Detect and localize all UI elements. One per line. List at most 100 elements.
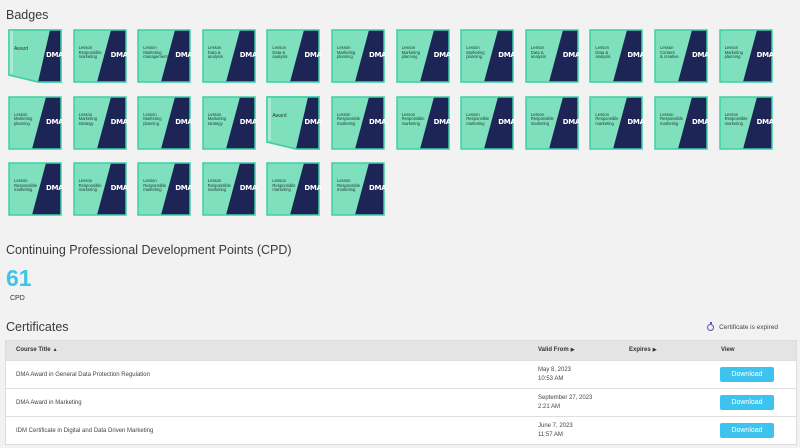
dma-logo: DMA [627,117,645,126]
lesson-badge[interactable]: Lesson Marketing strategy DMA [202,95,258,150]
column-course-title-label: Course Title [16,347,51,353]
lesson-badge[interactable]: Lesson Responsible marketing DMA [395,95,451,150]
column-course-title[interactable]: Course Title ▲ [16,347,58,353]
lesson-badge[interactable]: Lesson Marketing planning DMA [460,29,516,83]
lesson-badge[interactable]: Lesson Marketing planning DMA [395,29,452,83]
badge-label: Lesson Responsible marketing [401,111,425,126]
download-button[interactable]: Download [720,395,774,410]
sort-up-icon: ▲ [52,347,58,353]
lesson-badge[interactable]: Lesson Responsible marketing DMA [8,162,64,216]
certificates-title: Certificates [6,320,69,334]
lesson-badge[interactable]: Lesson Responsible marketing DMA [202,162,257,216]
lesson-badge[interactable]: Lesson Data & analysis DMA [589,29,645,83]
dma-logo: DMA [433,51,452,59]
lesson-badge[interactable]: Lesson Responsible marketing DMA [654,95,710,150]
dma-logo: DMA [304,51,322,59]
badge-label: Lesson Data & analysis [272,45,288,60]
badge-label: Lesson Responsible marketing [143,178,167,193]
award-badge[interactable]: Award DMA [8,29,64,83]
table-row: DMA Award in General Data Protection Reg… [6,360,796,388]
lesson-badge[interactable]: Lesson Marketing planning DMA [718,29,775,83]
lesson-badge[interactable]: Lesson Marketing planning DMA [137,95,193,150]
lesson-badge[interactable]: Lesson Data & analysis DMA [266,29,322,83]
badge-label: Award [272,112,287,119]
table-header: Course Title ▲ Valid From ▶ Expires ▶ View [6,341,796,360]
table-row: DMA Award in Marketing September 27, 202… [6,388,796,416]
sort-right-icon: ▶ [570,347,575,353]
badge-label: Lesson Marketing planning [724,45,743,60]
column-valid-from-label: Valid From [538,347,569,353]
badge-label: Lesson Content & creative [660,45,679,60]
download-button[interactable]: Download [720,423,774,438]
badge-label: Lesson Data & analysis [207,45,223,60]
lesson-badge[interactable]: Lesson Responsible marketing DMA [331,162,387,216]
badge-label: Lesson Marketing management [143,45,168,60]
valid-from-date: May 8, 2023 [538,367,572,373]
lesson-badge[interactable]: Lesson Marketing strategy DMA [72,95,128,150]
dma-logo: DMA [304,184,322,192]
certificate-title: IDM Certificate in Digital and Data Driv… [16,428,154,434]
dma-logo: DMA [175,184,193,192]
column-expires[interactable]: Expires ▶ [629,347,657,353]
lesson-badge[interactable]: Lesson Responsible marketing DMA [72,162,129,216]
dma-logo: DMA [304,117,322,126]
cpd-value: 61 [6,265,32,291]
valid-from: May 8, 2023 10:53 AM [538,366,571,384]
dma-logo: DMA [692,51,710,59]
badge-label: Lesson Responsible marketing [207,178,231,193]
dma-logo: DMA [110,51,129,59]
lesson-badge[interactable]: Lesson Data & analysis DMA [202,29,257,83]
badge-label: Lesson Data & analysis [530,45,546,60]
valid-from: June 7, 2023 11:57 AM [538,422,573,440]
expired-legend: Certificate is expired [707,322,778,331]
column-valid-from[interactable]: Valid From ▶ [538,347,575,353]
badge-label: Award [14,46,29,52]
award-badge[interactable]: Award DMA [266,95,322,150]
badge-label: Lesson Data & analysis [595,45,611,60]
stopwatch-icon [707,322,715,331]
badge-label: Lesson Responsible marketing [595,111,619,126]
badge-label: Lesson Responsible marketing [78,178,102,193]
lesson-badge[interactable]: Lesson Responsible marketing DMA [718,95,775,150]
dma-logo: DMA [692,117,710,126]
badge-label: Lesson Responsible marketing [14,178,38,193]
column-view: View [721,347,735,353]
lesson-badge[interactable]: Lesson Marketing planning DMA [8,95,64,150]
download-button[interactable]: Download [720,367,774,382]
lesson-badge[interactable]: Lesson Responsible marketing DMA [589,95,645,150]
lesson-badge[interactable]: Lesson Data & analysis DMA [525,29,580,83]
dma-logo: DMA [175,51,193,59]
dma-logo: DMA [239,117,258,126]
lesson-badge[interactable]: Lesson Responsible marketing DMA [460,95,516,150]
badge-label: Lesson Marketing planning [337,45,356,60]
lesson-badge[interactable]: Lesson Responsible marketing DMA [525,95,580,150]
badge-label: Lesson Marketing planning [14,111,33,126]
dma-logo: DMA [46,51,64,59]
lesson-badge[interactable]: Lesson Content & creative DMA [654,29,710,83]
badge-label: Lesson Responsible marketing [337,178,361,193]
lesson-badge[interactable]: Lesson Marketing planning DMA [331,29,387,83]
lesson-badge[interactable]: Lesson Responsible marketing DMA [266,162,322,216]
valid-from-time: 10:53 AM [538,376,564,382]
dma-logo: DMA [756,51,775,59]
badge-label: Lesson Responsible marketing [272,178,296,193]
lesson-badge[interactable]: Lesson Responsible marketing DMA [72,29,129,83]
dma-logo: DMA [175,117,193,126]
sort-right-icon: ▶ [652,347,657,353]
badge-label: Lesson Responsible marketing [724,111,748,126]
lesson-badge[interactable]: Lesson Marketing management DMA [137,29,193,83]
dma-logo: DMA [627,51,645,59]
lesson-badge[interactable]: Lesson Responsible marketing DMA [331,95,387,150]
dma-logo: DMA [46,184,64,192]
dma-logo: DMA [369,184,387,192]
valid-from-date: June 7, 2023 [538,423,573,429]
badge-label: Lesson Responsible marketing [530,111,554,126]
badge-label: Lesson Marketing strategy [78,111,97,126]
lesson-badge[interactable]: Lesson Responsible marketing DMA [137,162,193,216]
badge-label: Lesson Responsible marketing [466,111,490,126]
dma-logo: DMA [46,117,64,126]
cpd-title: Continuing Professional Development Poin… [6,243,292,257]
dma-logo: DMA [498,117,516,126]
dma-logo: DMA [756,117,775,126]
dma-logo: DMA [110,184,129,192]
